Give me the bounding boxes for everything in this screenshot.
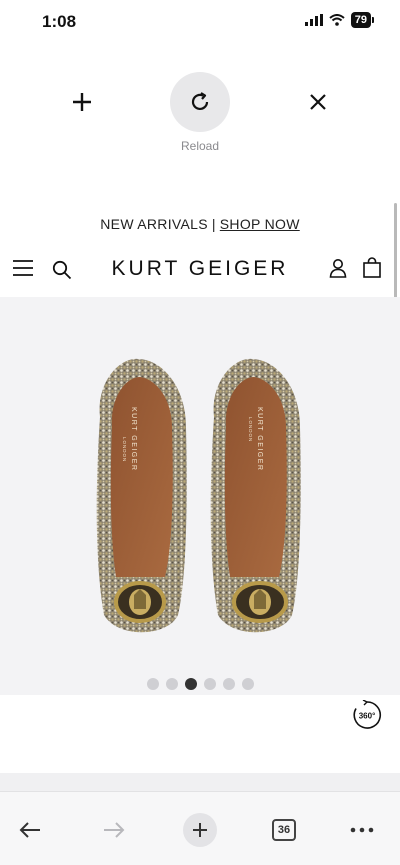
close-tab-button[interactable] bbox=[296, 72, 340, 132]
status-time: 1:08 bbox=[42, 12, 77, 31]
wifi-icon bbox=[329, 14, 345, 26]
more-menu-button[interactable] bbox=[340, 808, 384, 852]
right-shoe: KURT GEIGER LONDON bbox=[210, 358, 301, 633]
reload-icon bbox=[191, 92, 209, 111]
user-icon bbox=[329, 259, 347, 278]
arrow-right-icon bbox=[104, 822, 125, 838]
tabs-button[interactable]: 36 bbox=[262, 808, 306, 852]
gallery-dot[interactable] bbox=[165, 678, 178, 690]
gallery-dot[interactable] bbox=[222, 678, 235, 690]
gallery-dot[interactable] bbox=[184, 678, 197, 690]
shop-now-link[interactable]: SHOP NOW bbox=[220, 216, 300, 232]
new-tab-toolbar-button[interactable] bbox=[178, 808, 222, 852]
browser-toolbar: 36 bbox=[0, 791, 400, 865]
arrow-left-icon bbox=[19, 822, 40, 838]
back-button[interactable] bbox=[8, 808, 52, 852]
battery-level: 79 bbox=[350, 12, 371, 28]
section-divider bbox=[0, 773, 400, 791]
account-button[interactable] bbox=[328, 258, 350, 280]
view-360-button[interactable]: 360° bbox=[352, 699, 382, 730]
rotate-360-icon: 360° bbox=[353, 699, 382, 729]
shopping-bag-icon bbox=[363, 257, 381, 278]
gallery-pagination bbox=[0, 678, 400, 690]
gallery-dot[interactable] bbox=[241, 678, 254, 690]
forward-button[interactable] bbox=[92, 808, 136, 852]
gallery-dot[interactable] bbox=[203, 678, 216, 690]
left-insole-brand: KURT GEIGER bbox=[130, 407, 137, 471]
plus-icon bbox=[193, 823, 207, 837]
battery-icon bbox=[372, 17, 374, 23]
announcement-text: NEW ARRIVALS bbox=[100, 216, 208, 232]
signal-icon bbox=[304, 14, 323, 26]
left-shoe: KURT GEIGER LONDON bbox=[96, 358, 187, 633]
close-icon bbox=[310, 94, 326, 110]
new-tab-button[interactable] bbox=[60, 72, 104, 132]
plus-circle-icon bbox=[183, 813, 217, 847]
plus-icon bbox=[73, 93, 91, 111]
announcement-bar: NEW ARRIVALS | SHOP NOW bbox=[0, 216, 400, 232]
product-image[interactable]: KURT GEIGER LONDON KURT GEIGER LONDON bbox=[0, 297, 400, 695]
status-indicators: 79 bbox=[304, 12, 374, 28]
reload-button[interactable] bbox=[170, 72, 230, 132]
view-360-label: 360° bbox=[359, 712, 376, 721]
left-insole-city: LONDON bbox=[122, 437, 127, 462]
right-insole-brand: KURT GEIGER bbox=[256, 407, 263, 471]
gallery-dot[interactable] bbox=[146, 678, 159, 690]
tab-count: 36 bbox=[272, 819, 296, 841]
bag-button[interactable] bbox=[362, 257, 384, 279]
announcement-separator: | bbox=[211, 216, 216, 232]
product-image-gallery[interactable]: KURT GEIGER LONDON KURT GEIGER LONDON bbox=[0, 297, 400, 695]
right-insole-city: LONDON bbox=[248, 417, 253, 442]
reload-label: Reload bbox=[180, 139, 220, 153]
more-dots-icon bbox=[350, 827, 374, 833]
